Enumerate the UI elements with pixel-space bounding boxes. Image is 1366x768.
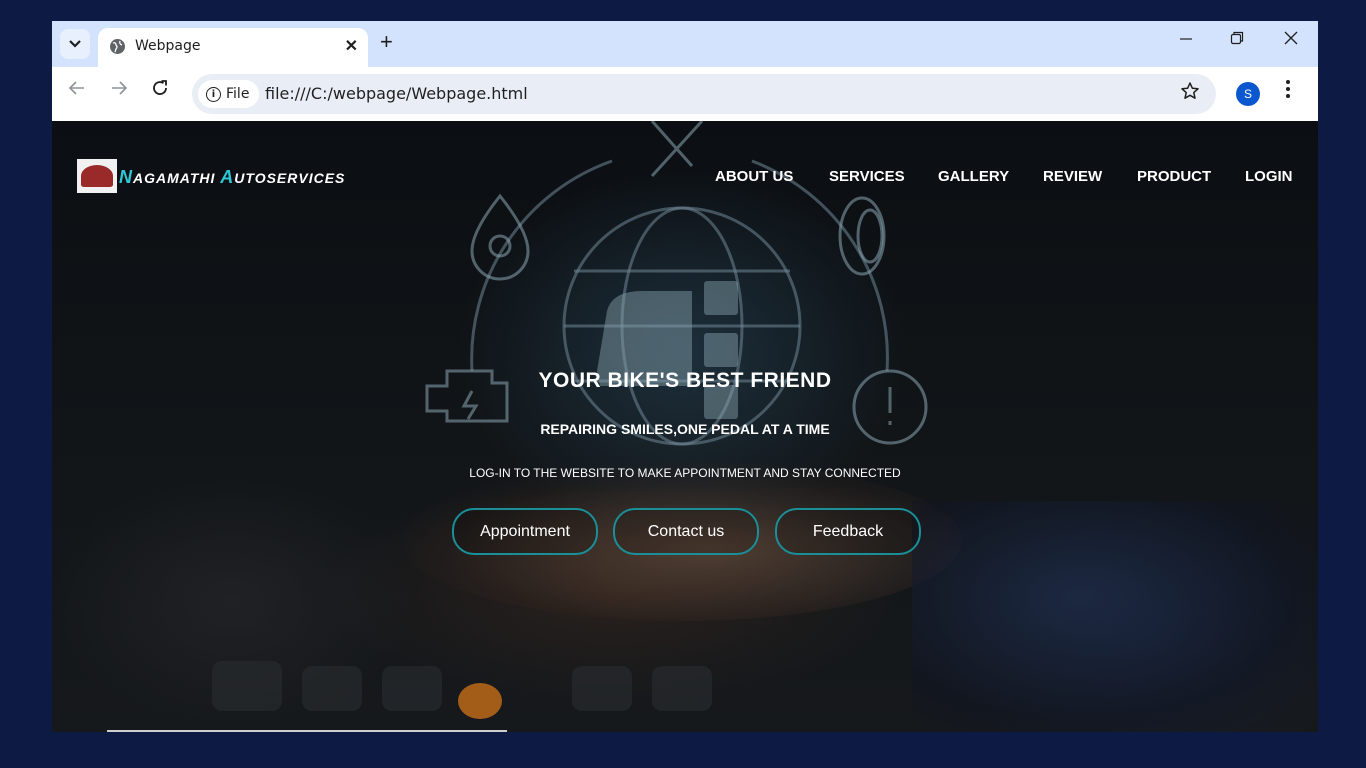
tab-close-icon[interactable]: ✕: [345, 36, 358, 56]
browser-window: Webpage ✕ + i File file:///C:/webpage/We…: [52, 21, 1318, 732]
bookmark-star-icon[interactable]: [1180, 81, 1200, 107]
feedback-button[interactable]: Feedback: [775, 508, 921, 555]
hero-subtitle: REPAIRING SMILES,ONE PEDAL AT A TIME: [540, 421, 830, 437]
section-divider: [107, 730, 507, 732]
forward-arrow-icon[interactable]: [110, 79, 128, 103]
tab-search-button[interactable]: [60, 29, 90, 59]
tab-webpage[interactable]: Webpage ✕: [98, 28, 368, 67]
address-bar[interactable]: i File file:///C:/webpage/Webpage.html: [192, 74, 1216, 114]
new-tab-button[interactable]: +: [380, 29, 393, 55]
restore-icon[interactable]: [1230, 31, 1244, 50]
nav-login[interactable]: LOGIN: [1245, 168, 1293, 185]
chevron-down-icon: [69, 37, 81, 51]
reload-icon[interactable]: [151, 79, 169, 103]
site-brand-name[interactable]: NAGAMATHI AUTOSERVICES: [119, 167, 345, 188]
close-window-icon[interactable]: [1284, 31, 1298, 50]
back-arrow-icon[interactable]: [68, 79, 86, 103]
globe-icon: [109, 38, 126, 55]
nav-product[interactable]: PRODUCT: [1137, 168, 1211, 185]
site-logo[interactable]: [77, 159, 117, 193]
browser-toolbar: i File file:///C:/webpage/Webpage.html S: [52, 67, 1318, 121]
nav-services[interactable]: SERVICES: [829, 168, 905, 185]
info-icon: i: [206, 86, 221, 102]
contact-us-button[interactable]: Contact us: [613, 508, 759, 555]
tab-strip: Webpage ✕ +: [52, 21, 1318, 67]
site-chip-label: File: [226, 86, 250, 102]
hero-title: YOUR BIKE'S BEST FRIEND: [538, 369, 832, 392]
site-info-chip[interactable]: i File: [198, 80, 260, 108]
hero-description: LOG-IN TO THE WEBSITE TO MAKE APPOINTMEN…: [469, 466, 901, 480]
nav-review[interactable]: REVIEW: [1043, 168, 1102, 185]
profile-avatar[interactable]: S: [1236, 82, 1260, 106]
url-text[interactable]: file:///C:/webpage/Webpage.html: [265, 84, 528, 103]
menu-kebab-icon[interactable]: [1285, 79, 1291, 105]
tab-title: Webpage: [135, 38, 201, 54]
nav-about-us[interactable]: ABOUT US: [715, 168, 793, 185]
nav-gallery[interactable]: GALLERY: [938, 168, 1009, 185]
page-viewport: NAGAMATHI AUTOSERVICES ABOUT US SERVICES…: [52, 121, 1318, 732]
minimize-icon[interactable]: [1179, 31, 1193, 50]
appointment-button[interactable]: Appointment: [452, 508, 598, 555]
